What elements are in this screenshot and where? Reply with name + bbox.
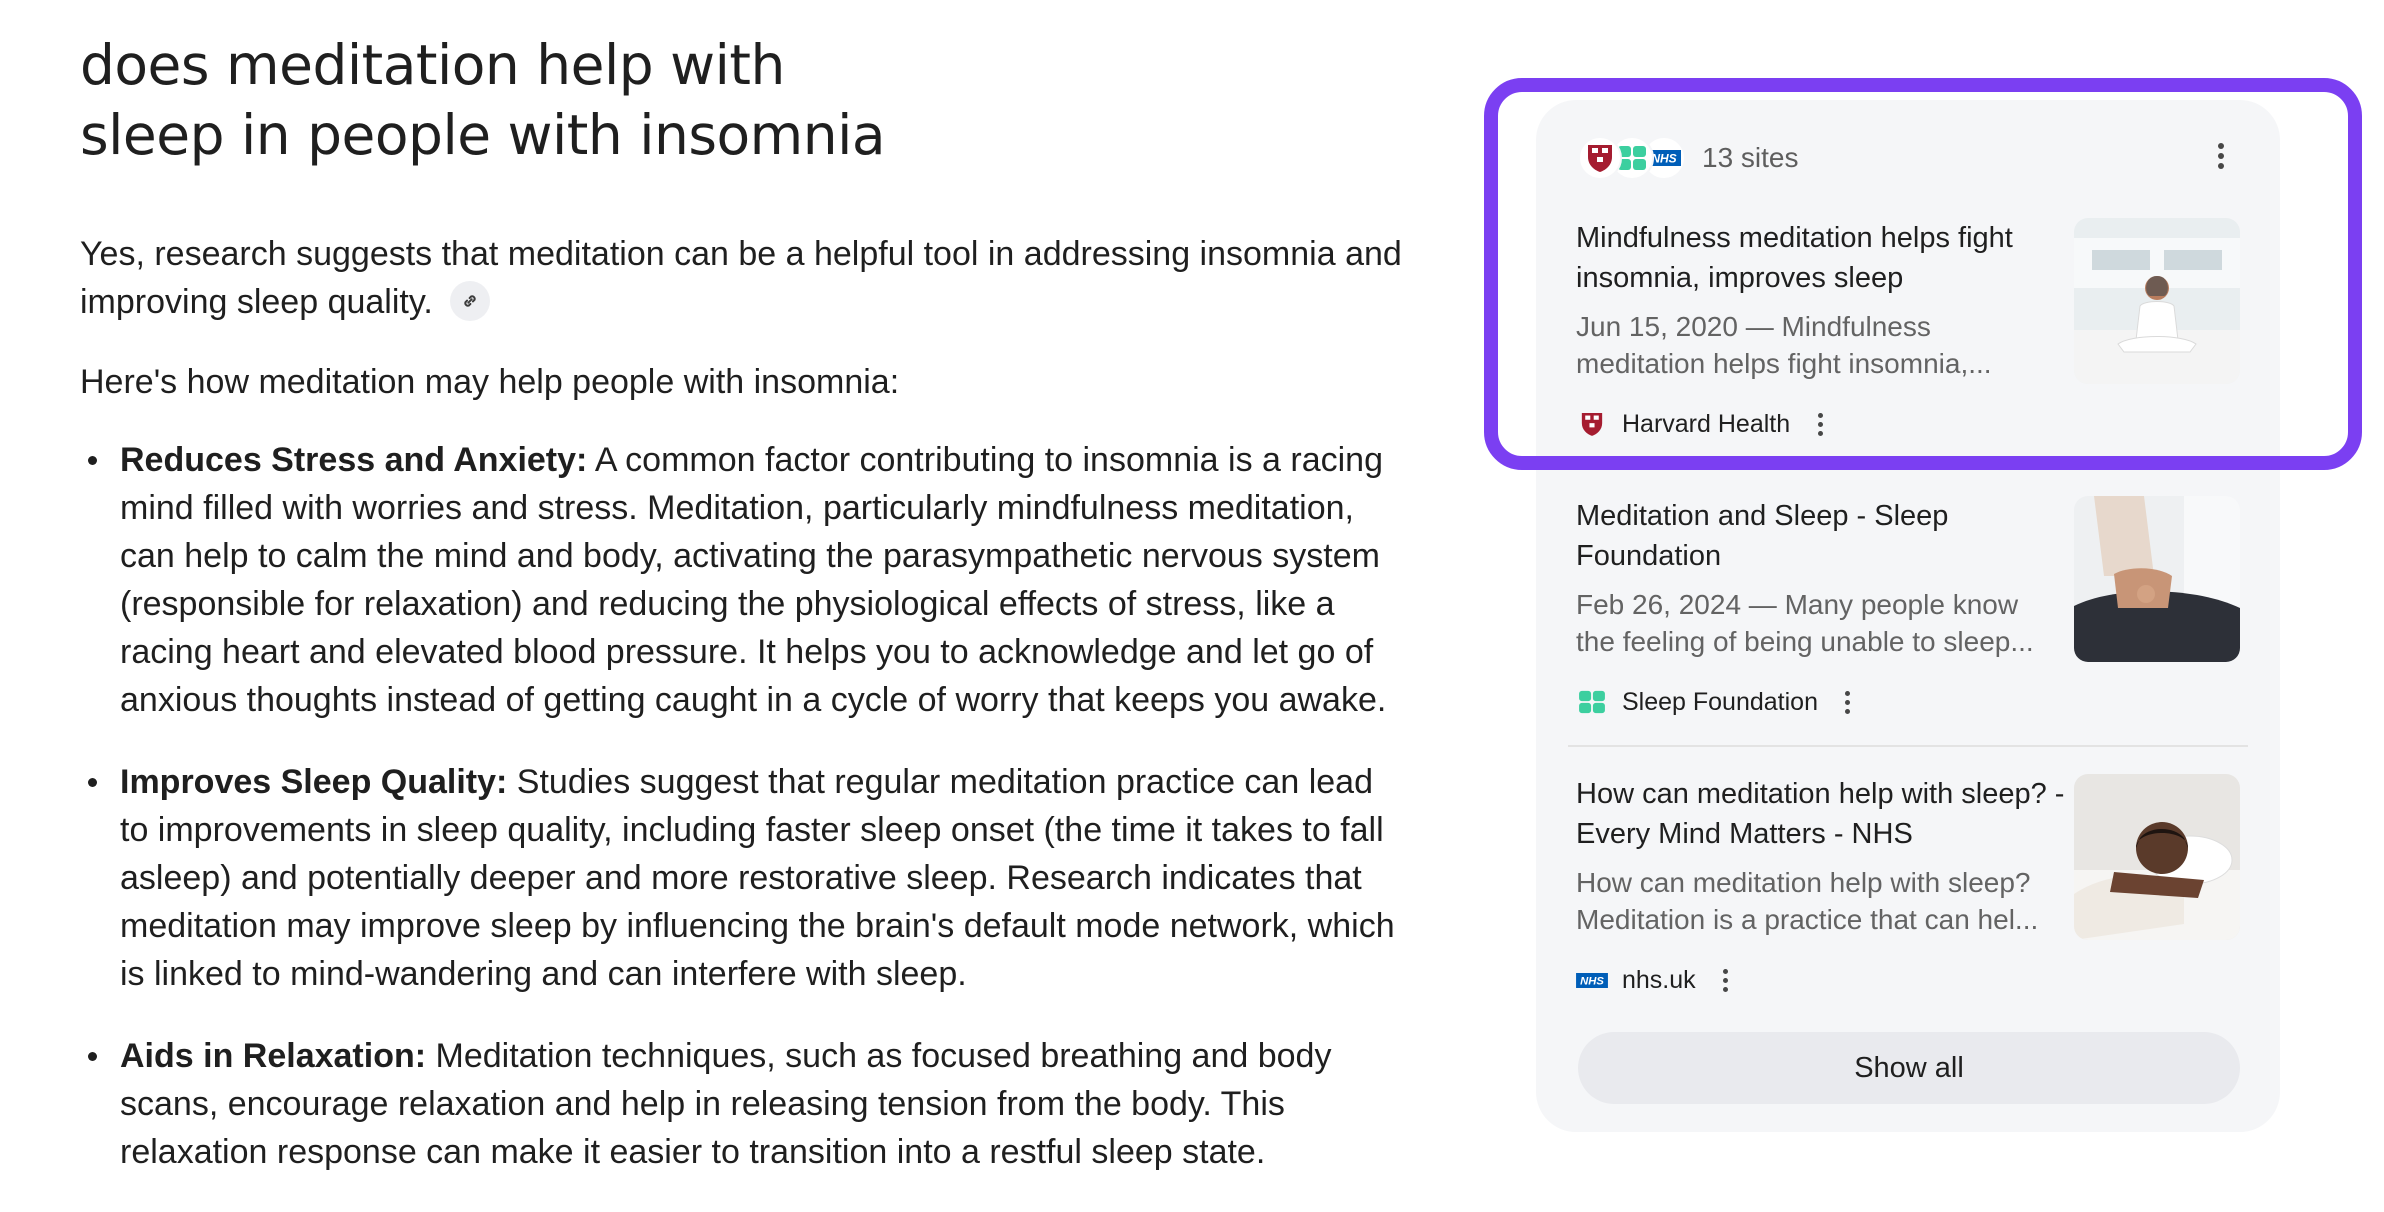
source-title[interactable]: Meditation and Sleep - Sleep Foundation bbox=[1576, 496, 2066, 576]
card-divider bbox=[1568, 745, 2248, 747]
source-site-row[interactable]: Harvard Health bbox=[1576, 404, 1832, 444]
site-favicon-stack: NHS bbox=[1578, 136, 1686, 180]
bullet-title: Aids in Relaxation: bbox=[120, 1037, 427, 1075]
source-link-button[interactable] bbox=[450, 281, 491, 322]
query-title: does meditation help with sleep in peopl… bbox=[80, 30, 980, 170]
list-item: Improves Sleep Quality: Studies suggest … bbox=[80, 758, 1410, 998]
answer-intro-text: Yes, research suggests that meditation c… bbox=[80, 235, 1402, 321]
query-title-line1: does meditation help with bbox=[80, 33, 785, 97]
sleep-foundation-icon bbox=[1576, 686, 1608, 718]
source-thumbnail[interactable] bbox=[2074, 774, 2240, 940]
show-all-button[interactable]: Show all bbox=[1578, 1032, 2240, 1104]
source-site-row[interactable]: NHS nhs.uk bbox=[1576, 960, 1738, 1000]
sites-count: 13 sites bbox=[1702, 142, 1799, 173]
more-options-icon[interactable] bbox=[1808, 404, 1832, 444]
source-site-name: nhs.uk bbox=[1622, 965, 1696, 994]
source-snippet-line: How can meditation help with sleep? bbox=[1576, 867, 2031, 898]
query-title-line2: sleep in people with insomnia bbox=[80, 103, 886, 167]
sources-panel: NHS 13 sites Mindfulness meditation help… bbox=[1536, 100, 2280, 1132]
source-snippet: Jun 15, 2020 — Mindfulness meditation he… bbox=[1576, 308, 2066, 382]
source-snippet: How can meditation help with sleep? Medi… bbox=[1576, 864, 2066, 938]
bullet-dot bbox=[88, 778, 97, 787]
more-options-icon[interactable] bbox=[1714, 960, 1738, 1000]
source-title[interactable]: Mindfulness meditation helps fight insom… bbox=[1576, 218, 2066, 298]
answer-lead-in: Here's how meditation may help people wi… bbox=[80, 363, 900, 401]
ai-answer: Yes, research suggests that meditation c… bbox=[80, 230, 1410, 1210]
source-site-name: Harvard Health bbox=[1622, 409, 1791, 438]
svg-text:NHS: NHS bbox=[1651, 152, 1676, 166]
nhs-icon: NHS bbox=[1576, 964, 1608, 996]
source-title[interactable]: How can meditation help with sleep? - Ev… bbox=[1576, 774, 2066, 854]
answer-bullet-list: Reduces Stress and Anxiety: A common fac… bbox=[80, 436, 1410, 1176]
source-snippet-line: Feb 26, 2024 — Many people know bbox=[1576, 589, 2019, 620]
source-snippet-line: meditation helps fight insomnia,... bbox=[1576, 348, 1992, 379]
source-site-name: Sleep Foundation bbox=[1622, 687, 1818, 716]
answer-intro: Yes, research suggests that meditation c… bbox=[80, 230, 1410, 326]
source-thumbnail[interactable] bbox=[2074, 218, 2240, 384]
source-thumbnail[interactable] bbox=[2074, 496, 2240, 662]
source-site-row[interactable]: Sleep Foundation bbox=[1576, 682, 1860, 722]
source-snippet-line: Meditation is a practice that can hel... bbox=[1576, 904, 2039, 935]
harvard-shield-icon bbox=[1576, 408, 1608, 440]
list-item: Reduces Stress and Anxiety: A common fac… bbox=[80, 436, 1410, 724]
bullet-dot bbox=[88, 1052, 97, 1061]
list-item: Aids in Relaxation: Meditation technique… bbox=[80, 1032, 1410, 1176]
sources-header[interactable]: NHS 13 sites bbox=[1578, 130, 1799, 186]
svg-text:NHS: NHS bbox=[1580, 975, 1604, 987]
bullet-title: Reduces Stress and Anxiety: bbox=[120, 441, 588, 479]
bullet-text: A common factor contributing to insomnia… bbox=[120, 441, 1387, 719]
source-snippet-line: Jun 15, 2020 — Mindfulness bbox=[1576, 311, 1931, 342]
bullet-title: Improves Sleep Quality: bbox=[120, 763, 508, 801]
more-options-icon[interactable] bbox=[2206, 136, 2236, 176]
source-snippet-line: the feeling of being unable to sleep... bbox=[1576, 626, 2034, 657]
bullet-dot bbox=[88, 456, 97, 465]
harvard-shield-icon bbox=[1578, 136, 1622, 180]
link-icon bbox=[464, 295, 476, 307]
source-snippet: Feb 26, 2024 — Many people know the feel… bbox=[1576, 586, 2066, 660]
more-options-icon[interactable] bbox=[1836, 682, 1860, 722]
